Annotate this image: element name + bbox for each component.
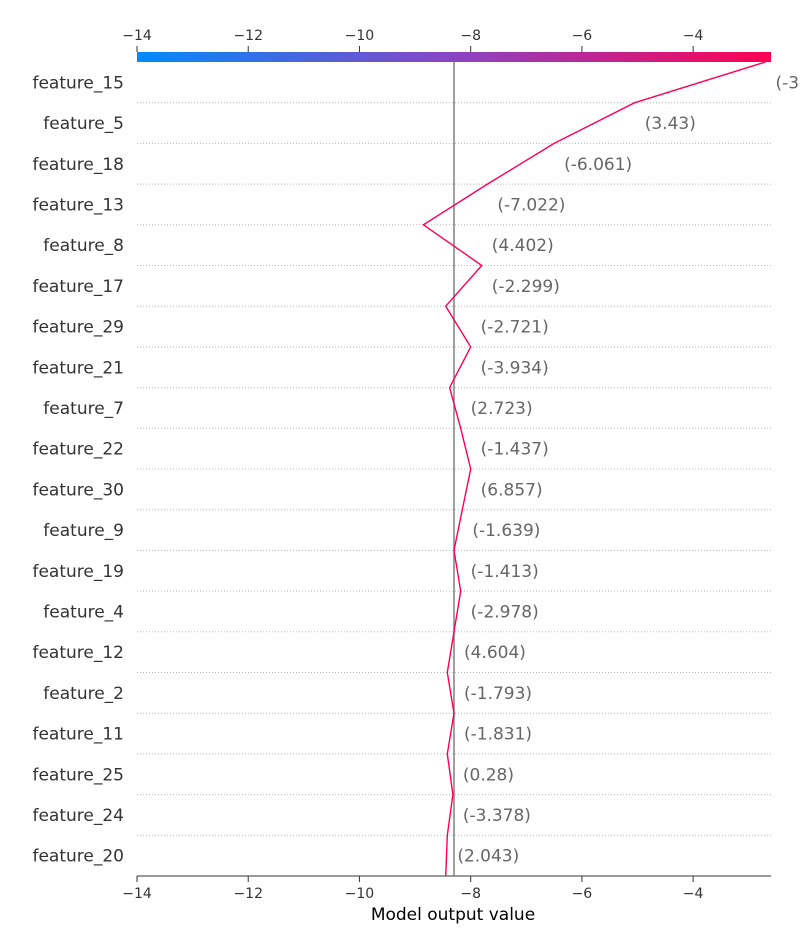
x-axis-title: Model output value — [371, 905, 535, 925]
feature-label: feature_9 — [43, 521, 124, 541]
feature-value-label: (-3.908) — [775, 73, 800, 93]
feature-value-label: (-2.721) — [481, 318, 549, 338]
feature-value-label: (-6.061) — [564, 155, 632, 175]
feature-labels: feature_15 (-3.908) feature_5 (3.43) feature… — [32, 73, 800, 866]
x-axis-ticks: −14 −14 −12 −12 −10 −10 −8 −8 −6 −6 −4 −4 — [122, 28, 771, 902]
feature-value-label: (-2.978) — [471, 602, 539, 622]
feature-value-label: (-7.022) — [497, 195, 565, 215]
feature-label: feature_4 — [43, 602, 124, 622]
feature-value-label: (-1.831) — [464, 725, 532, 745]
feature-label: feature_15 — [32, 73, 124, 93]
top-tick-label: −10 — [345, 28, 375, 44]
feature-label: feature_21 — [32, 358, 124, 378]
top-tick-label: −4 — [683, 28, 704, 44]
feature-value-label: (-1.437) — [481, 440, 549, 460]
feature-label: feature_25 — [32, 765, 124, 785]
feature-label: feature_8 — [43, 236, 124, 256]
top-tick-label: −6 — [572, 28, 593, 44]
feature-value-label: (4.604) — [464, 643, 526, 663]
bottom-tick-label: −12 — [233, 886, 263, 902]
bottom-tick-label: −4 — [683, 886, 704, 902]
feature-label: feature_2 — [43, 684, 124, 704]
feature-value-label: (2.723) — [471, 399, 533, 419]
feature-label: feature_17 — [32, 277, 124, 297]
top-tick-label: −8 — [460, 28, 481, 44]
feature-value-label: (-1.639) — [472, 521, 540, 541]
top-tick-label: −14 — [122, 28, 152, 44]
feature-label: feature_24 — [32, 806, 124, 826]
bottom-tick-label: −10 — [345, 886, 375, 902]
feature-value-label: (0.28) — [463, 765, 514, 785]
feature-value-label: (-2.299) — [492, 277, 560, 297]
feature-value-label: (6.857) — [481, 480, 543, 500]
feature-value-label: (2.043) — [457, 847, 519, 867]
feature-label: feature_30 — [32, 480, 124, 500]
decision-line — [422, 61, 766, 877]
decision-plot: −14 −14 −12 −12 −10 −10 −8 −8 −6 −6 −4 −4 feature_1… — [32, 28, 800, 925]
feature-value-label: (-1.793) — [464, 684, 532, 704]
feature-label: feature_29 — [32, 318, 124, 338]
feature-label: feature_20 — [32, 847, 124, 867]
feature-label: feature_7 — [43, 399, 124, 419]
feature-value-label: (4.402) — [492, 236, 554, 256]
feature-label: feature_5 — [43, 114, 124, 134]
bottom-tick-label: −14 — [122, 886, 152, 902]
bottom-tick-label: −8 — [460, 886, 481, 902]
top-tick-label: −12 — [233, 28, 263, 44]
feature-value-label: (-3.378) — [463, 806, 531, 826]
feature-value-label: (-3.934) — [481, 358, 549, 378]
colorbar — [137, 52, 771, 62]
feature-label: feature_12 — [32, 643, 124, 663]
feature-label: feature_19 — [32, 562, 124, 582]
feature-label: feature_11 — [32, 725, 124, 745]
feature-label: feature_18 — [32, 155, 124, 175]
feature-value-label: (-1.413) — [471, 562, 539, 582]
feature-label: feature_22 — [32, 440, 124, 460]
feature-value-label: (3.43) — [645, 114, 696, 134]
bottom-tick-label: −6 — [572, 886, 593, 902]
feature-label: feature_13 — [32, 195, 124, 215]
